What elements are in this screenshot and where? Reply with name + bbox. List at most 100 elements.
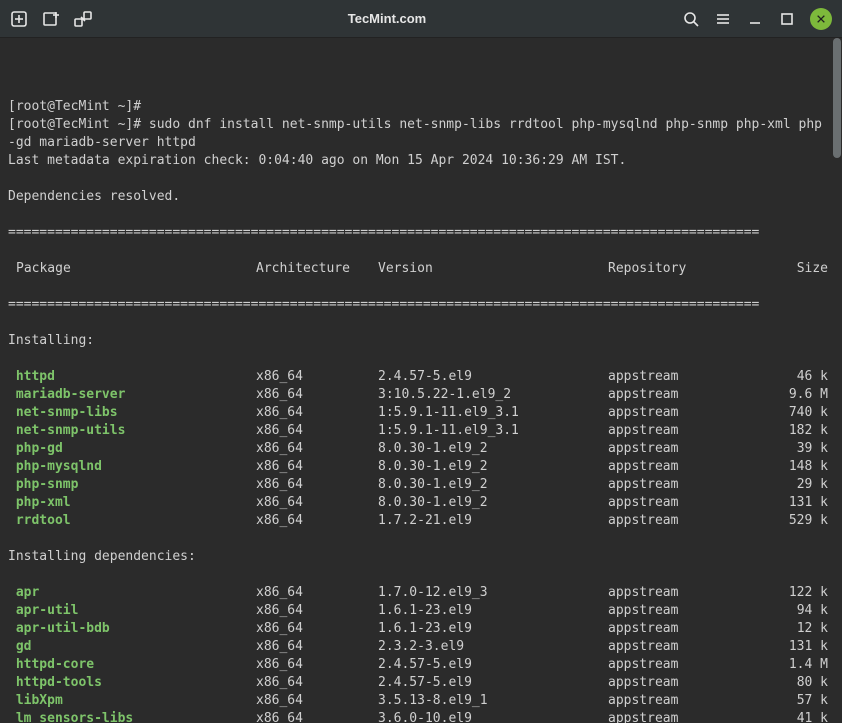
pkg-arch: x86_64 [256,368,378,386]
search-icon[interactable] [682,10,700,28]
maximize-icon[interactable] [778,10,796,28]
pkg-name: gd [8,638,256,656]
new-tab-icon[interactable] [10,10,28,28]
header-version: Version [378,260,608,278]
pkg-version: 1.7.0-12.el9_3 [378,584,608,602]
pkg-size: 131 k [758,638,828,656]
pkg-version: 1.7.2-21.el9 [378,512,608,530]
pkg-version: 1:5.9.1-11.el9_3.1 [378,404,608,422]
section-installing: Installing: [8,332,834,350]
pkg-name: apr-util-bdb [8,620,256,638]
package-row: apr-util-bdbx86_641.6.1-23.el9appstream1… [8,620,834,638]
package-row: php-xmlx86_648.0.30-1.el9_2appstream131 … [8,494,834,512]
split-icon[interactable] [74,10,92,28]
section-dependencies: Installing dependencies: [8,548,834,566]
pkg-repo: appstream [608,440,758,458]
pkg-arch: x86_64 [256,710,378,723]
meta-line: Last metadata expiration check: 0:04:40 … [8,152,834,170]
pkg-arch: x86_64 [256,656,378,674]
package-row: mariadb-serverx86_643:10.5.22-1.el9_2app… [8,386,834,404]
close-icon[interactable] [810,8,832,30]
pkg-repo: appstream [608,386,758,404]
pkg-arch: x86_64 [256,404,378,422]
pkg-arch: x86_64 [256,638,378,656]
package-row: aprx86_641.7.0-12.el9_3appstream122 k [8,584,834,602]
package-row: net-snmp-utilsx86_641:5.9.1-11.el9_3.1ap… [8,422,834,440]
scrollbar[interactable] [832,38,842,723]
pkg-arch: x86_64 [256,458,378,476]
package-row: lm_sensors-libsx86_643.6.0-10.el9appstre… [8,710,834,723]
terminal-output[interactable]: [root@TecMint ~]# [root@TecMint ~]# sudo… [0,38,842,723]
pkg-size: 529 k [758,512,828,530]
pkg-repo: appstream [608,422,758,440]
pkg-name: apr [8,584,256,602]
package-row: php-snmpx86_648.0.30-1.el9_2appstream29 … [8,476,834,494]
package-row: httpd-toolsx86_642.4.57-5.el9appstream80… [8,674,834,692]
pkg-repo: appstream [608,368,758,386]
pkg-version: 8.0.30-1.el9_2 [378,458,608,476]
pkg-repo: appstream [608,692,758,710]
package-row: rrdtoolx86_641.7.2-21.el9appstream529 k [8,512,834,530]
pkg-arch: x86_64 [256,584,378,602]
pkg-size: 131 k [758,494,828,512]
pkg-size: 46 k [758,368,828,386]
pkg-version: 2.4.57-5.el9 [378,656,608,674]
pkg-size: 122 k [758,584,828,602]
pkg-repo: appstream [608,602,758,620]
command-line: [root@TecMint ~]# sudo dnf install net-s… [8,116,834,134]
pkg-name: httpd-tools [8,674,256,692]
pkg-arch: x86_64 [256,602,378,620]
command-line-wrap: -gd mariadb-server httpd [8,134,834,152]
package-row: net-snmp-libsx86_641:5.9.1-11.el9_3.1app… [8,404,834,422]
pkg-size: 41 k [758,710,828,723]
pkg-name: httpd [8,368,256,386]
pkg-arch: x86_64 [256,620,378,638]
pkg-version: 8.0.30-1.el9_2 [378,494,608,512]
pkg-arch: x86_64 [256,692,378,710]
header-arch: Architecture [256,260,378,278]
pkg-size: 148 k [758,458,828,476]
pkg-version: 2.4.57-5.el9 [378,674,608,692]
pkg-version: 3.5.13-8.el9_1 [378,692,608,710]
pkg-name: net-snmp-libs [8,404,256,422]
pkg-arch: x86_64 [256,476,378,494]
pkg-arch: x86_64 [256,386,378,404]
pkg-name: php-mysqlnd [8,458,256,476]
new-window-icon[interactable] [42,10,60,28]
pkg-size: 94 k [758,602,828,620]
pkg-version: 3:10.5.22-1.el9_2 [378,386,608,404]
pkg-name: php-xml [8,494,256,512]
pkg-arch: x86_64 [256,512,378,530]
column-headers: PackageArchitectureVersionRepositorySize [8,260,834,278]
pkg-size: 39 k [758,440,828,458]
pkg-name: mariadb-server [8,386,256,404]
pkg-name: php-snmp [8,476,256,494]
pkg-size: 182 k [758,422,828,440]
pkg-version: 8.0.30-1.el9_2 [378,440,608,458]
pkg-arch: x86_64 [256,440,378,458]
pkg-version: 1:5.9.1-11.el9_3.1 [378,422,608,440]
minimize-icon[interactable] [746,10,764,28]
header-package: Package [8,260,256,278]
pkg-repo: appstream [608,584,758,602]
pkg-name: rrdtool [8,512,256,530]
pkg-size: 29 k [758,476,828,494]
pkg-repo: appstream [608,512,758,530]
pkg-version: 1.6.1-23.el9 [378,602,608,620]
pkg-size: 57 k [758,692,828,710]
menu-icon[interactable] [714,10,732,28]
package-row: php-gdx86_648.0.30-1.el9_2appstream39 k [8,440,834,458]
pkg-repo: appstream [608,620,758,638]
pkg-repo: appstream [608,494,758,512]
pkg-size: 12 k [758,620,828,638]
pkg-size: 740 k [758,404,828,422]
scrollbar-thumb[interactable] [833,38,841,158]
separator-line: ========================================… [8,224,834,242]
pkg-name: libXpm [8,692,256,710]
titlebar: TecMint.com [0,0,842,38]
pkg-name: php-gd [8,440,256,458]
pkg-repo: appstream [608,404,758,422]
pkg-version: 8.0.30-1.el9_2 [378,476,608,494]
pkg-name: lm_sensors-libs [8,710,256,723]
pkg-size: 9.6 M [758,386,828,404]
